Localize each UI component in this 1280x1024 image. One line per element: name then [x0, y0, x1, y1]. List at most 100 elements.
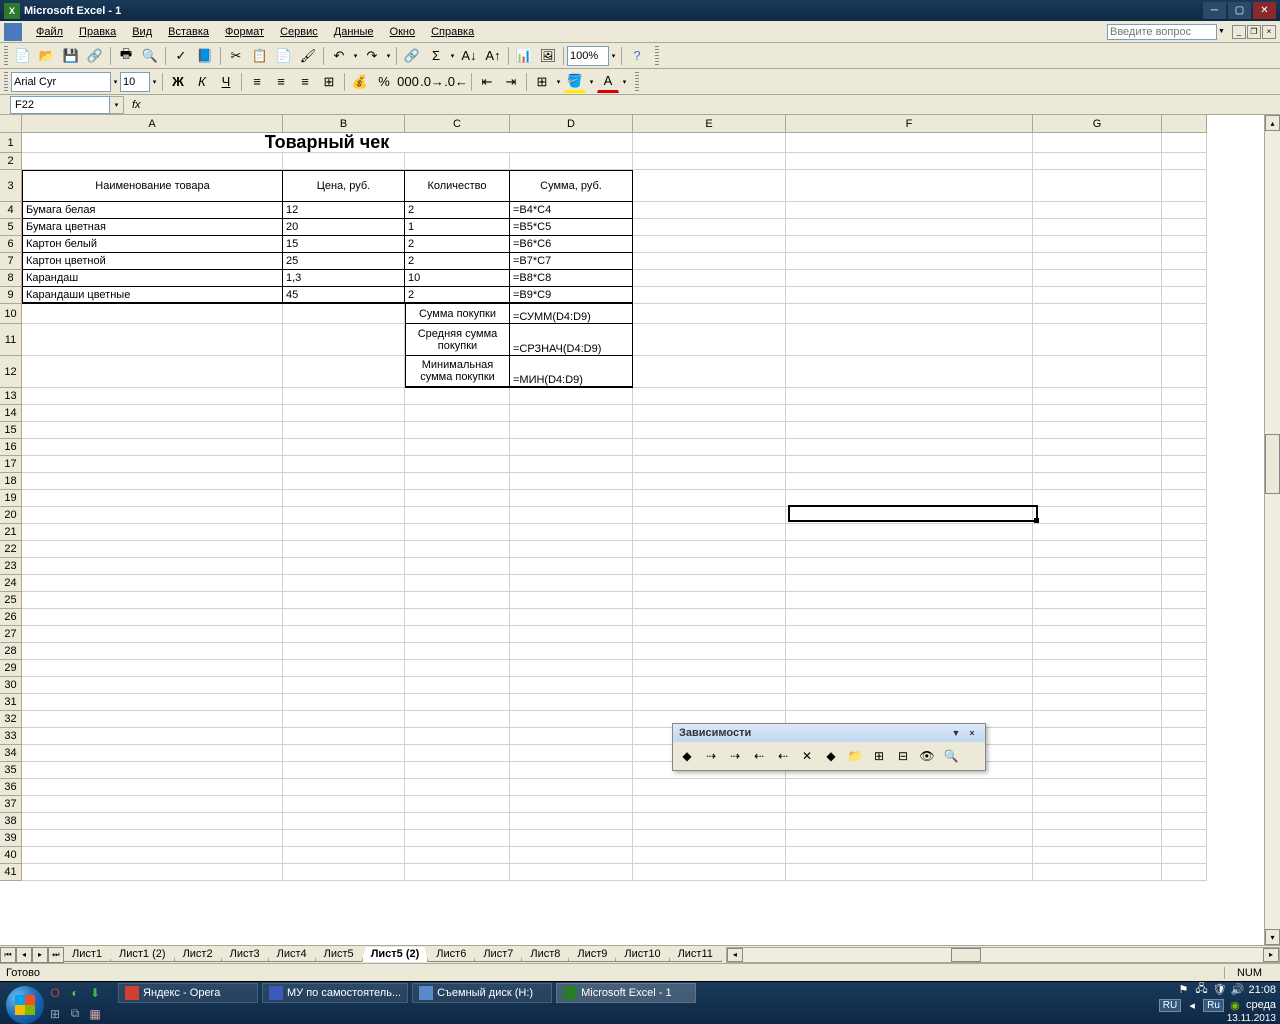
cell-E39[interactable] — [633, 830, 786, 847]
cell-H33[interactable] — [1162, 728, 1207, 745]
menu-file[interactable]: Файл — [28, 24, 71, 40]
cell-B23[interactable] — [283, 558, 405, 575]
cell-F36[interactable] — [786, 779, 1033, 796]
row-header-6[interactable]: 6 — [0, 236, 22, 253]
print-icon[interactable]: 🖶 — [115, 45, 137, 67]
ql-utorrent-icon[interactable]: ⬇ — [86, 984, 104, 1002]
cell-A13[interactable] — [22, 388, 283, 405]
save-icon[interactable]: 💾 — [60, 45, 82, 67]
spell-icon[interactable]: ✓ — [170, 45, 192, 67]
sheet-tab[interactable]: Лист3 — [221, 947, 269, 962]
cell-G2[interactable] — [1033, 153, 1162, 170]
cell-H18[interactable] — [1162, 473, 1207, 490]
cell-C19[interactable] — [405, 490, 510, 507]
cell-D3[interactable]: Сумма, руб. — [510, 170, 633, 202]
cell-A21[interactable] — [22, 524, 283, 541]
cell-D24[interactable] — [510, 575, 633, 592]
cell-H31[interactable] — [1162, 694, 1207, 711]
row-header-22[interactable]: 22 — [0, 541, 22, 558]
cell-G41[interactable] — [1033, 864, 1162, 881]
cell-C17[interactable] — [405, 456, 510, 473]
cell-E7[interactable] — [633, 253, 786, 270]
toolbar-grip[interactable] — [4, 46, 8, 66]
cell-E21[interactable] — [633, 524, 786, 541]
menu-insert[interactable]: Вставка — [160, 24, 217, 40]
toolbar-grip-3[interactable] — [4, 72, 8, 92]
cell-H8[interactable] — [1162, 270, 1207, 287]
cell-A20[interactable] — [22, 507, 283, 524]
row-header-20[interactable]: 20 — [0, 507, 22, 524]
underline-icon[interactable]: Ч — [215, 71, 237, 93]
cell-G6[interactable] — [1033, 236, 1162, 253]
cell-G11[interactable] — [1033, 324, 1162, 356]
cell-C27[interactable] — [405, 626, 510, 643]
zoom-dropdown[interactable]: ▾ — [609, 46, 618, 66]
italic-icon[interactable]: К — [191, 71, 213, 93]
cell-G17[interactable] — [1033, 456, 1162, 473]
taskbar-item[interactable]: Съемный диск (H:) — [412, 983, 552, 1003]
sheet-tab[interactable]: Лист9 — [568, 947, 616, 962]
cell-D33[interactable] — [510, 728, 633, 745]
currency-icon[interactable]: 💰 — [349, 71, 371, 93]
cell-G13[interactable] — [1033, 388, 1162, 405]
cell-H1[interactable] — [1162, 133, 1207, 153]
cell-B21[interactable] — [283, 524, 405, 541]
cell-C3[interactable]: Количество — [405, 170, 510, 202]
cell-H12[interactable] — [1162, 356, 1207, 388]
cell-A35[interactable] — [22, 762, 283, 779]
name-box-dropdown[interactable]: ▾ — [110, 96, 124, 114]
cell-G4[interactable] — [1033, 202, 1162, 219]
autosum-dropdown[interactable]: ▾ — [448, 46, 457, 66]
row-header-37[interactable]: 37 — [0, 796, 22, 813]
cell-C24[interactable] — [405, 575, 510, 592]
cell-C35[interactable] — [405, 762, 510, 779]
comma-icon[interactable]: 000 — [397, 71, 419, 93]
row-header-12[interactable]: 12 — [0, 356, 22, 388]
cell-F24[interactable] — [786, 575, 1033, 592]
help-dropdown[interactable]: ▼ — [1217, 22, 1226, 42]
sheet-tab[interactable]: Лист4 — [268, 947, 316, 962]
font-color-icon[interactable]: A — [597, 71, 619, 93]
cell-G19[interactable] — [1033, 490, 1162, 507]
cell-G30[interactable] — [1033, 677, 1162, 694]
sheet-tab[interactable]: Лист6 — [427, 947, 475, 962]
cell-G31[interactable] — [1033, 694, 1162, 711]
help-search-input[interactable] — [1107, 24, 1217, 40]
cell-E13[interactable] — [633, 388, 786, 405]
cell-E25[interactable] — [633, 592, 786, 609]
borders-dropdown[interactable]: ▾ — [554, 72, 563, 92]
row-header-29[interactable]: 29 — [0, 660, 22, 677]
cell-C39[interactable] — [405, 830, 510, 847]
row-header-34[interactable]: 34 — [0, 745, 22, 762]
row-header-10[interactable]: 10 — [0, 304, 22, 324]
row-header-25[interactable]: 25 — [0, 592, 22, 609]
cell-F4[interactable] — [786, 202, 1033, 219]
undo-dropdown[interactable]: ▾ — [351, 46, 360, 66]
cell-C5[interactable]: 1 — [405, 219, 510, 236]
tray-volume-icon[interactable]: 🔊 — [1230, 983, 1244, 997]
tab-last-icon[interactable]: ⏭ — [48, 947, 64, 963]
cell-B26[interactable] — [283, 609, 405, 626]
sheet-tab[interactable]: Лист7 — [474, 947, 522, 962]
cell-A15[interactable] — [22, 422, 283, 439]
increase-decimal-icon[interactable]: .0→ — [421, 71, 443, 93]
cell-H4[interactable] — [1162, 202, 1207, 219]
tab-first-icon[interactable]: ⏮ — [0, 947, 16, 963]
cell-B10[interactable] — [283, 304, 405, 324]
row-header-16[interactable]: 16 — [0, 439, 22, 456]
cell-D5[interactable]: =B5*C5 — [510, 219, 633, 236]
row-header-26[interactable]: 26 — [0, 609, 22, 626]
font-size-combo[interactable] — [120, 72, 150, 92]
sheet-tab[interactable]: Лист5 — [315, 947, 363, 962]
new-comment-icon[interactable]: 📁 — [844, 745, 866, 767]
cell-A28[interactable] — [22, 643, 283, 660]
cell-G36[interactable] — [1033, 779, 1162, 796]
cell-A17[interactable] — [22, 456, 283, 473]
align-left-icon[interactable]: ≡ — [246, 71, 268, 93]
cell-A36[interactable] — [22, 779, 283, 796]
sheet-tab[interactable]: Лист1 — [63, 947, 111, 962]
hscroll-thumb[interactable] — [951, 948, 981, 962]
cell-C18[interactable] — [405, 473, 510, 490]
cell-A11[interactable] — [22, 324, 283, 356]
cell-B22[interactable] — [283, 541, 405, 558]
